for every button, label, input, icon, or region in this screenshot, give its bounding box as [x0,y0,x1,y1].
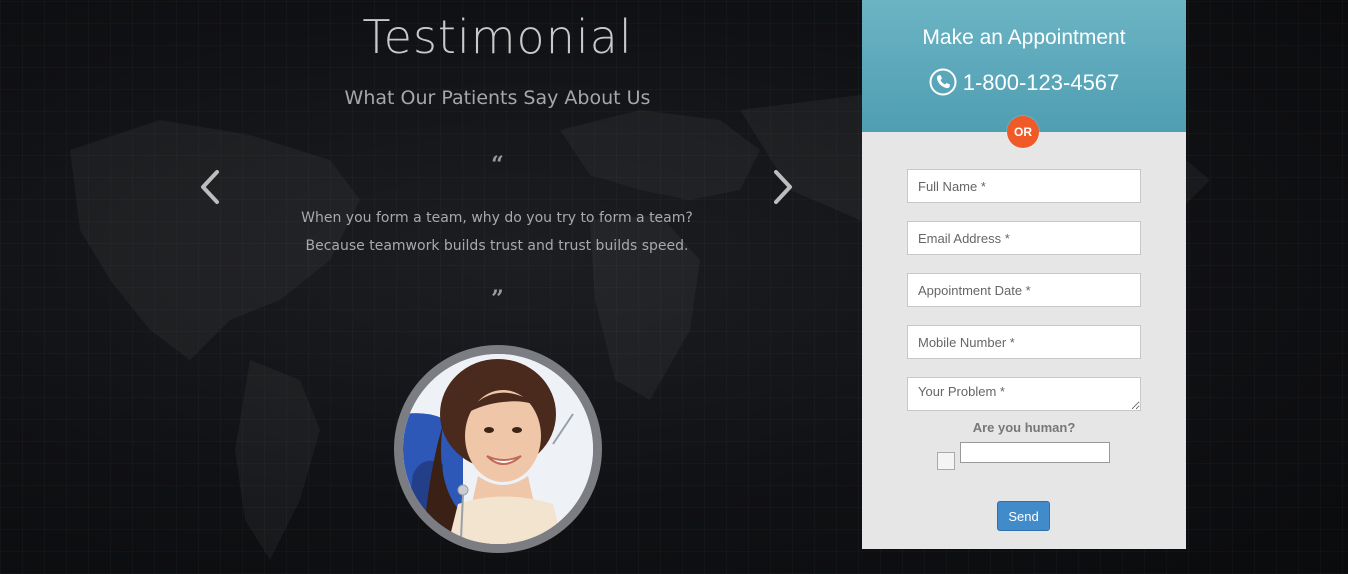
chevron-left-icon [201,170,219,204]
phone-number-row: 1-800-123-4567 [862,68,1186,96]
full-name-input[interactable] [907,169,1141,203]
appointment-title: Make an Appointment [922,26,1126,49]
appointment-date-input[interactable] [907,273,1141,307]
testimonial-title: Testimonial [362,10,633,64]
mobile-number-input[interactable] [907,325,1141,359]
carousel-next-button[interactable] [766,168,800,206]
carousel-prev-button[interactable] [193,168,227,206]
captcha-label: Are you human? [972,420,1076,435]
testimonial-subtitle: What Our Patients Say About Us [344,87,651,109]
quote-close-icon: ” [491,286,504,312]
testimonial-quote-text: When you form a team, why do you try to … [301,210,693,254]
quote-open-icon: “ [491,152,504,178]
captcha-input[interactable] [960,442,1110,463]
phone-number: 1-800-123-4567 [962,70,1120,95]
patient-photo [403,354,593,544]
send-button[interactable]: Send [997,501,1050,531]
email-input[interactable] [907,221,1141,255]
patient-avatar [394,345,602,553]
chevron-right-icon [774,170,792,204]
phone-icon [929,68,957,96]
or-badge: OR [1007,116,1039,148]
problem-textarea[interactable] [907,377,1141,411]
testimonial-section: Testimonial What Our Patients Say About … [0,0,995,574]
captcha-image [937,452,955,470]
appointment-header: Make an Appointment 1-800-123-4567 [862,0,1186,132]
appointment-panel: Make an Appointment 1-800-123-4567 OR Ar… [862,0,1186,549]
